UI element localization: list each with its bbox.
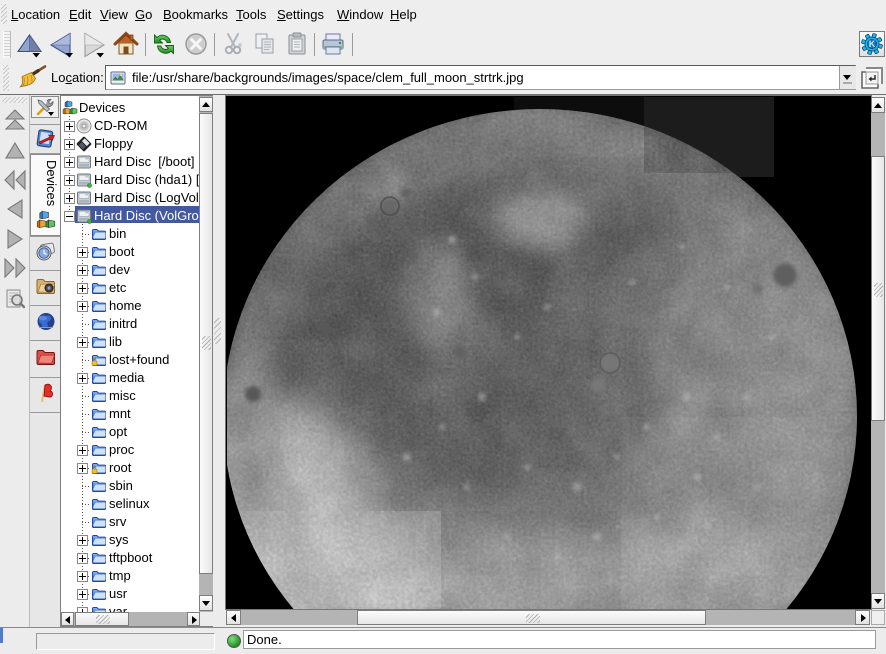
svg-text:K: K [869,39,876,49]
